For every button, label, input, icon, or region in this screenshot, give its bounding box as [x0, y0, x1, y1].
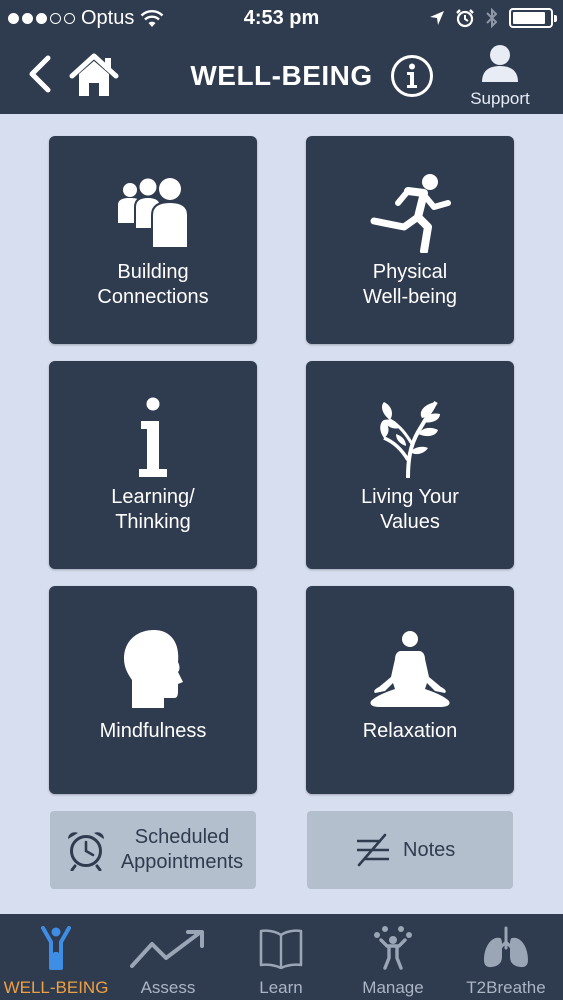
alarm-clock-icon [68, 832, 104, 871]
tile-learning-thinking[interactable]: Learning/ Thinking [49, 361, 257, 569]
tab-label: Assess [140, 978, 196, 997]
tile-mindfulness[interactable]: Mindfulness [49, 586, 257, 794]
tile-living-your-values[interactable]: Living Your Values [306, 361, 514, 569]
support-label: Support [470, 89, 530, 108]
book-icon [259, 929, 303, 969]
tile-label: Learning/ Thinking [111, 486, 195, 533]
person-icon [482, 45, 518, 82]
tab-wellbeing[interactable]: WELL-BEING [0, 914, 112, 1000]
tile-physical-wellbeing[interactable]: Physical Well-being [306, 136, 514, 344]
status-bar: Optus 4:53 pm [0, 0, 563, 38]
tab-assess[interactable]: Assess [112, 914, 224, 1000]
tab-bar: WELL-BEING Assess Learn Manage T2Breathe [0, 914, 563, 1000]
tile-label: Mindfulness [99, 720, 207, 742]
status-right [429, 8, 557, 28]
group-people-icon [118, 178, 189, 249]
alarm-icon [456, 9, 474, 28]
tile-label: Relaxation [362, 720, 458, 742]
tab-manage[interactable]: Manage [337, 914, 449, 1000]
info-icon[interactable] [390, 54, 434, 98]
tab-learn[interactable]: Learn [225, 914, 337, 1000]
location-arrow-icon [430, 11, 444, 25]
tile-label: Building Connections [97, 261, 209, 308]
plant-icon [380, 400, 440, 478]
tile-label: Physical Well-being [362, 261, 458, 308]
lungs-icon [484, 926, 528, 968]
battery-fill [513, 12, 546, 24]
support-button[interactable]: Support [462, 44, 538, 110]
wellbeing-figure-icon [41, 926, 71, 970]
notes-label: Notes [403, 839, 456, 861]
tile-label: Living Your Values [361, 486, 459, 533]
scheduled-appointments-label: Scheduled Appointments [120, 826, 244, 873]
tab-label: Learn [259, 978, 303, 997]
running-person-icon [370, 174, 451, 253]
juggler-icon [374, 926, 412, 970]
trend-chart-icon [130, 930, 204, 968]
tile-building-connections[interactable]: Building Connections [49, 136, 257, 344]
meditation-icon [370, 631, 450, 707]
info-i-icon [139, 397, 167, 477]
tab-label: Manage [362, 978, 424, 997]
tab-t2breathe[interactable]: T2Breathe [450, 914, 562, 1000]
battery-icon [509, 8, 557, 28]
notes-icon [357, 833, 389, 867]
notes-button[interactable]: Notes [307, 811, 513, 889]
head-profile-icon [124, 630, 183, 708]
nav-bar: WELL-BEING Support [0, 38, 563, 114]
tile-relaxation[interactable]: Relaxation [306, 586, 514, 794]
tab-label: WELL-BEING [3, 978, 109, 997]
scheduled-appointments-button[interactable]: Scheduled Appointments [50, 811, 256, 889]
tab-label: T2Breathe [466, 978, 546, 997]
bluetooth-icon [486, 8, 498, 28]
